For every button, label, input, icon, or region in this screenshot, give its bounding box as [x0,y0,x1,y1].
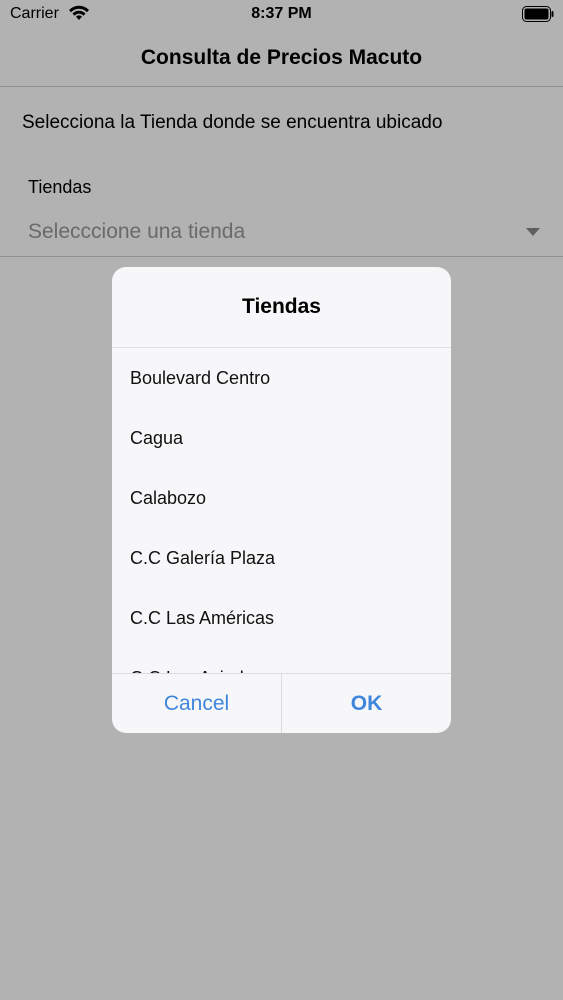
ok-button[interactable]: OK [282,674,451,733]
list-item[interactable]: C.C Los Aviadores [112,648,451,673]
list-item[interactable]: C.C Las Américas [112,588,451,648]
list-item[interactable]: Calabozo [112,468,451,528]
list-item[interactable]: Boulevard Centro [112,348,451,408]
dialog-title: Tiendas [112,267,451,348]
list-item[interactable]: C.C Galería Plaza [112,528,451,588]
store-selection-dialog: Tiendas Boulevard Centro Cagua Calabozo … [112,267,451,733]
list-item[interactable]: Cagua [112,408,451,468]
cancel-button[interactable]: Cancel [112,674,282,733]
store-list[interactable]: Boulevard Centro Cagua Calabozo C.C Gale… [112,348,451,673]
dialog-actions: Cancel OK [112,673,451,733]
